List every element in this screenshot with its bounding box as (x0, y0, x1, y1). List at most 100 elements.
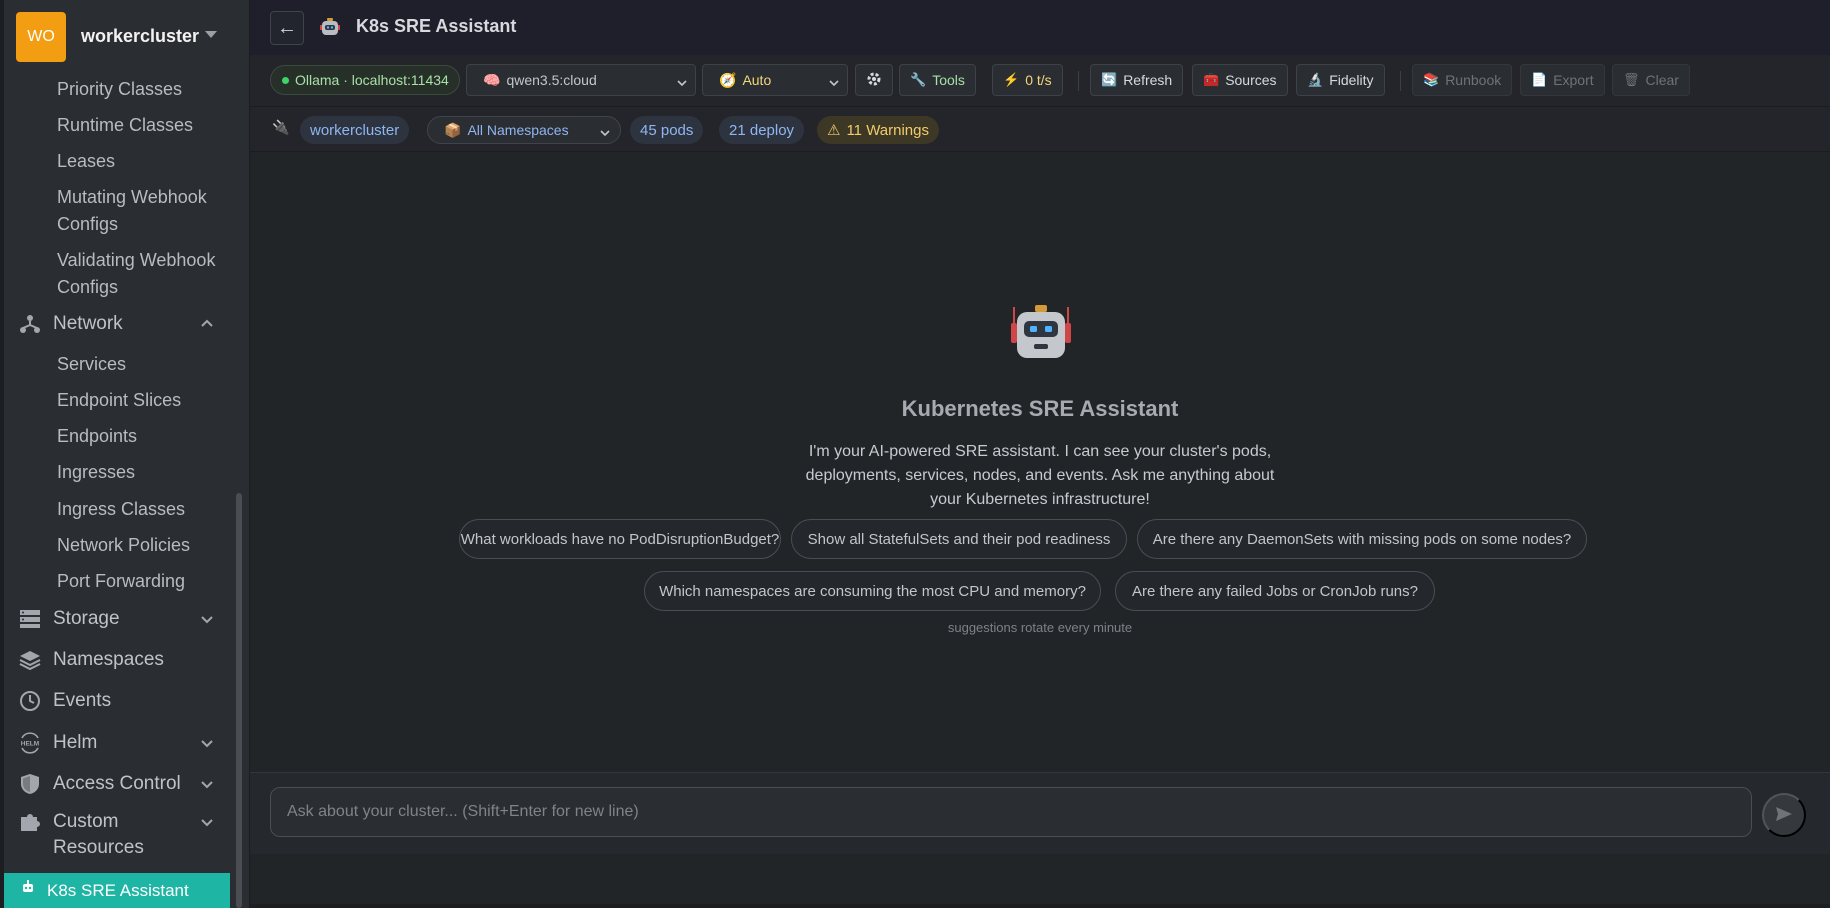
caret-down-icon[interactable] (205, 31, 217, 38)
cluster-badge: WO (16, 11, 66, 62)
sidebar-item-events[interactable]: Events (4, 684, 232, 718)
model-select-value: qwen3.5:cloud (506, 72, 597, 88)
suggestion-chip[interactable]: Are there any failed Jobs or CronJob run… (1115, 571, 1435, 611)
suggestion-chip[interactable]: Which namespaces are consuming the most … (644, 571, 1101, 611)
sidebar-item-namespaces[interactable]: Namespaces (4, 643, 232, 677)
chevron-down-icon (677, 75, 687, 87)
sources-button[interactable]: 🧰 Sources (1192, 64, 1288, 96)
microscope-icon: 🔬 (1307, 72, 1324, 87)
back-button[interactable]: ← (270, 11, 304, 45)
sidebar-item-ingress-classes[interactable]: Ingress Classes (57, 496, 185, 523)
rate-label: 0 t/s (1025, 72, 1052, 88)
chat-input[interactable] (270, 787, 1752, 837)
export-button[interactable]: 📄 Export (1520, 64, 1605, 96)
lightning-icon: ⚡ (1003, 72, 1020, 87)
chat-empty-state: Kubernetes SRE Assistant I'm your AI-pow… (250, 152, 1830, 772)
sidebar-item-storage[interactable]: Storage (4, 602, 232, 636)
books-icon: 📚 (1423, 72, 1440, 87)
cluster-chip[interactable]: workercluster (300, 116, 410, 144)
page-header: ← K8s SRE Assistant (250, 0, 1830, 55)
package-icon: 📦 (444, 121, 462, 138)
sidebar-item-k8s-sre-assistant[interactable]: K8s SRE Assistant (4, 873, 230, 908)
layers-icon (18, 648, 42, 672)
suggestion-chip[interactable]: Are there any DaemonSets with missing po… (1137, 519, 1587, 559)
chevron-down-icon[interactable] (200, 736, 214, 750)
cluster-name: workercluster (81, 26, 200, 46)
toolbar: Ollama · localhost:11434 🧠 qwen3.5:cloud… (250, 55, 1830, 107)
chat-composer (250, 772, 1830, 854)
sidebar-item-ingresses[interactable]: Ingresses (57, 459, 135, 486)
settings-button[interactable] (855, 64, 893, 96)
refresh-icon: 🔄 (1101, 72, 1118, 87)
clear-label: Clear (1645, 72, 1679, 88)
chevron-up-icon[interactable] (200, 317, 214, 331)
status-dot-icon (282, 77, 289, 84)
tools-button[interactable]: 🔧 Tools (899, 64, 976, 96)
refresh-label: Refresh (1123, 72, 1173, 88)
send-icon (1775, 805, 1793, 826)
sidebar-item-endpoint-slices[interactable]: Endpoint Slices (57, 387, 181, 414)
connection-status-label: Ollama · localhost:11434 (295, 72, 449, 88)
wrench-icon: 🔧 (910, 72, 927, 87)
chevron-down-icon[interactable] (200, 777, 214, 791)
robot-icon (318, 15, 342, 39)
warnings-chip[interactable]: ⚠ 11 Warnings (817, 116, 939, 144)
sidebar-item-runtime-classes[interactable]: Runtime Classes (57, 112, 193, 139)
pods-count-chip: 45 pods (630, 116, 704, 144)
namespace-select[interactable]: 📦 All Namespaces (427, 116, 621, 144)
sidebar-item-access-control[interactable]: Access Control (4, 767, 232, 801)
deploy-count-chip: 21 deploy (719, 116, 805, 144)
sidebar-item-label: Helm (53, 732, 98, 753)
hero-title: Kubernetes SRE Assistant (901, 396, 1179, 421)
connection-status: Ollama · localhost:11434 (270, 65, 460, 95)
sidebar-item-label: Storage (53, 608, 120, 629)
svg-text:HELM: HELM (21, 741, 39, 748)
sidebar-scrollbar[interactable] (236, 493, 242, 908)
sidebar-item-endpoints[interactable]: Endpoints (57, 423, 137, 450)
suggestion-chip[interactable]: Show all StatefulSets and their pod read… (791, 519, 1127, 559)
page-title: K8s SRE Assistant (356, 16, 517, 36)
sidebar-item-services[interactable]: Services (57, 351, 126, 378)
sidebar-item-mutating-webhook-configs[interactable]: Mutating Webhook Configs (57, 184, 217, 238)
toolbar-divider (1400, 71, 1401, 91)
compass-icon: 🧭 (719, 71, 737, 88)
warnings-label: 11 Warnings (846, 121, 929, 139)
suggestion-chip[interactable]: What workloads have no PodDisruptionBudg… (459, 519, 781, 559)
hero-description: I'm your AI-powered SRE assistant. I can… (805, 443, 1275, 508)
mode-select-value: Auto (742, 72, 772, 88)
document-icon: 📄 (1531, 72, 1548, 87)
sidebar-item-label: Custom Resources (53, 811, 144, 858)
footer-strip (250, 854, 1830, 908)
model-select[interactable]: 🧠 qwen3.5:cloud (466, 64, 696, 96)
sidebar-item-leases[interactable]: Leases (57, 148, 115, 175)
runbook-label: Runbook (1445, 72, 1502, 88)
chevron-down-icon (600, 125, 610, 137)
sidebar-item-label: Namespaces (53, 649, 164, 670)
sidebar-item-validating-webhook-configs[interactable]: Validating Webhook Configs (57, 247, 217, 301)
mode-select[interactable]: 🧭 Auto (702, 64, 848, 96)
refresh-button[interactable]: 🔄 Refresh (1090, 64, 1184, 96)
sidebar-item-priority-classes[interactable]: Priority Classes (57, 76, 182, 103)
clear-button[interactable]: 🗑 Clear (1612, 64, 1690, 96)
namespace-select-value: All Namespaces (467, 122, 569, 138)
sidebar-item-network[interactable]: Network (4, 307, 232, 341)
runbook-button[interactable]: 📚 Runbook (1412, 64, 1513, 96)
footer-divider (250, 904, 1830, 908)
sidebar: WO workercluster Priority Classes Runtim… (0, 0, 250, 908)
chevron-down-icon (829, 75, 839, 87)
sidebar-item-custom-resources[interactable]: Custom Resources (4, 809, 232, 861)
context-bar: 🔌 workercluster 📦 All Namespaces 45 pods… (250, 107, 1830, 152)
rate-button[interactable]: ⚡ 0 t/s (992, 64, 1063, 96)
sidebar-item-network-policies[interactable]: Network Policies (57, 532, 190, 559)
sources-label: Sources (1225, 72, 1277, 88)
puzzle-icon (18, 810, 42, 834)
sidebar-item-port-forwarding[interactable]: Port Forwarding (57, 568, 185, 595)
toolbar-divider (1078, 71, 1079, 91)
send-button[interactable] (1762, 793, 1806, 837)
fidelity-button[interactable]: 🔬 Fidelity (1296, 64, 1385, 96)
export-label: Export (1553, 72, 1594, 88)
chevron-down-icon[interactable] (200, 815, 214, 829)
clock-icon (18, 689, 42, 713)
chevron-down-icon[interactable] (200, 612, 214, 626)
sidebar-item-helm[interactable]: HELM Helm (4, 726, 232, 760)
